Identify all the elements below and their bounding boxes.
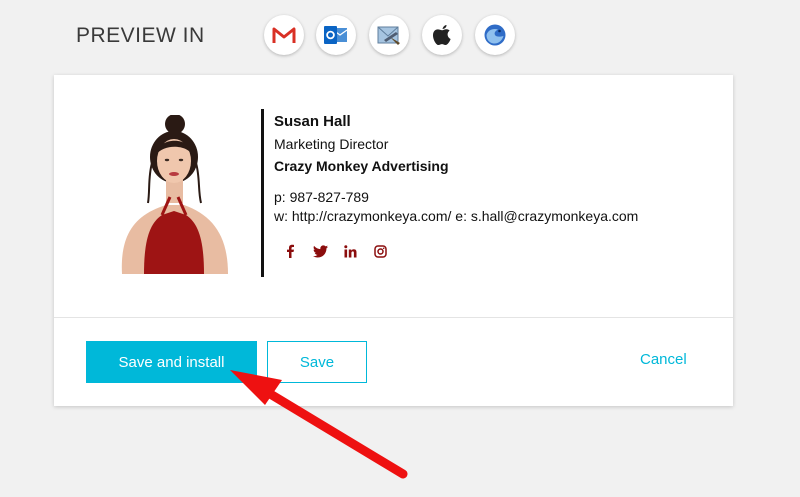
- signature-phone: p: 987-827-789: [274, 189, 369, 205]
- apple-icon[interactable]: [422, 15, 462, 55]
- thunderbird-icon[interactable]: [475, 15, 515, 55]
- social-links: [282, 243, 388, 259]
- card-divider: [54, 317, 733, 318]
- signature-web-email: w: http://crazymonkeya.com/ e: s.hall@cr…: [274, 208, 639, 224]
- outlook-icon[interactable]: [316, 15, 356, 55]
- linkedin-icon[interactable]: [342, 243, 358, 259]
- preview-title: PREVIEW IN: [76, 24, 205, 47]
- profile-photo: [104, 115, 234, 274]
- cancel-button[interactable]: Cancel: [640, 351, 687, 368]
- signature-company: Crazy Monkey Advertising: [274, 158, 449, 174]
- twitter-icon[interactable]: [312, 243, 328, 259]
- signature-card: Susan Hall Marketing Director Crazy Monk…: [54, 75, 733, 406]
- apple-mail-icon[interactable]: [369, 15, 409, 55]
- signature-name: Susan Hall: [274, 113, 351, 130]
- save-and-install-button[interactable]: Save and install: [86, 341, 257, 383]
- gmail-icon[interactable]: [264, 15, 304, 55]
- signature-job-title: Marketing Director: [274, 136, 389, 152]
- signature-divider: [261, 109, 264, 277]
- instagram-icon[interactable]: [372, 243, 388, 259]
- save-button[interactable]: Save: [267, 341, 367, 383]
- facebook-icon[interactable]: [282, 243, 298, 259]
